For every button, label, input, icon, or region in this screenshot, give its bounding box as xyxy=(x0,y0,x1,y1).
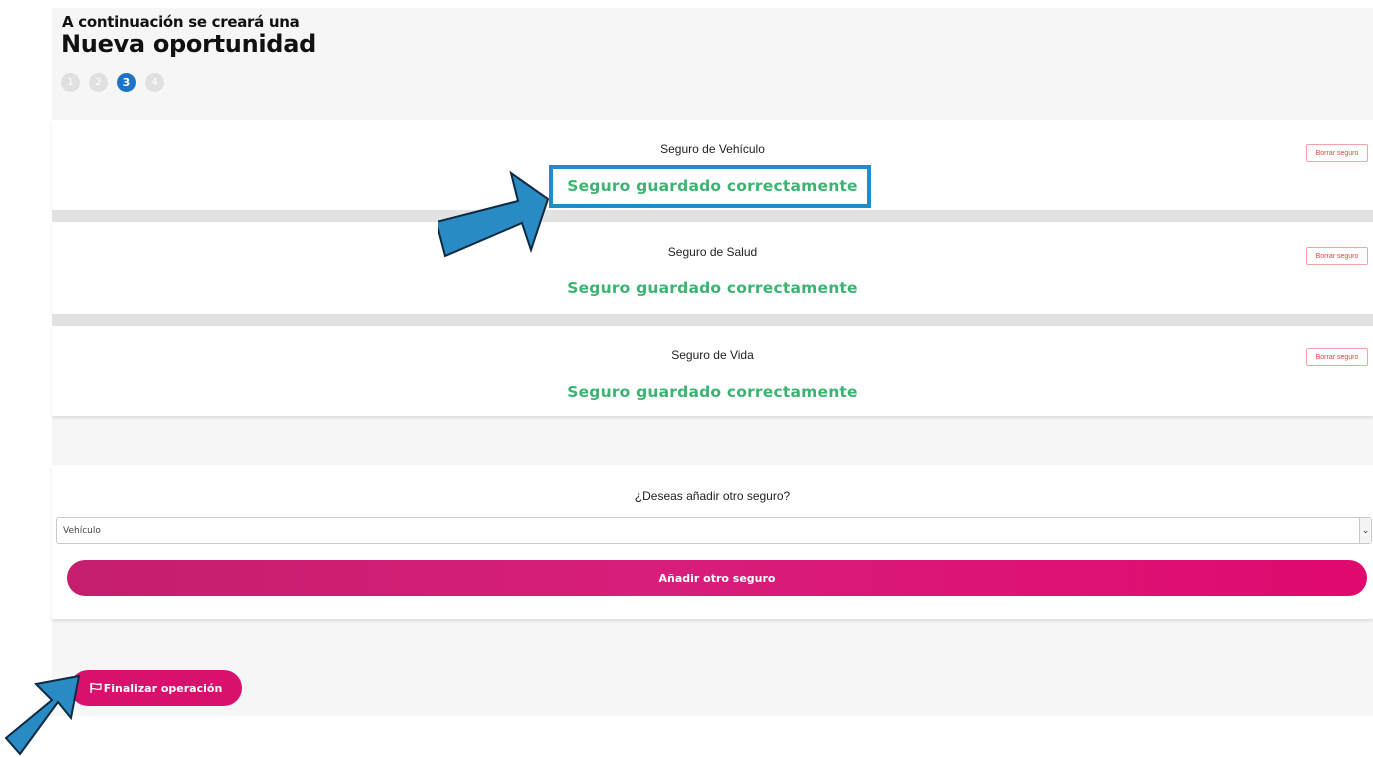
chevron-down-icon[interactable]: ⌄ xyxy=(1359,518,1371,543)
annotation-arrow-icon xyxy=(438,170,550,258)
delete-insurance-button[interactable]: Borrar seguro xyxy=(1306,348,1368,366)
insurance-type-select[interactable]: Vehículo ⌄ xyxy=(56,517,1372,544)
insurance-status: Seguro guardado correctamente xyxy=(567,279,858,297)
delete-insurance-button[interactable]: Borrar seguro xyxy=(1306,247,1368,265)
card-separator xyxy=(52,314,1373,326)
step-indicator: 1 2 3 4 xyxy=(61,73,164,92)
insurance-title: Seguro de Vida xyxy=(671,348,754,362)
annotation-highlight-box xyxy=(549,165,871,208)
add-insurance-button[interactable]: Añadir otro seguro xyxy=(67,560,1367,596)
insurance-title: Seguro de Vehículo xyxy=(660,142,765,156)
step-4[interactable]: 4 xyxy=(145,73,164,92)
page-pretitle: A continuación se creará una xyxy=(62,13,300,31)
page-title: Nueva oportunidad xyxy=(61,30,316,58)
finish-operation-label: Finalizar operación xyxy=(103,681,223,695)
step-3-active[interactable]: 3 xyxy=(117,73,136,92)
select-value: Vehículo xyxy=(63,526,101,536)
delete-insurance-button[interactable]: Borrar seguro xyxy=(1306,144,1368,162)
insurance-title: Seguro de Salud xyxy=(667,245,758,259)
flag-icon xyxy=(90,683,102,693)
step-1[interactable]: 1 xyxy=(61,73,80,92)
finish-operation-button[interactable]: Finalizar operación xyxy=(70,670,242,706)
insurance-card-salud: Seguro de Salud Seguro guardado correcta… xyxy=(52,222,1373,314)
card-separator xyxy=(52,210,1373,222)
insurance-card-vida: Seguro de Vida Seguro guardado correctam… xyxy=(52,326,1373,416)
insurance-status: Seguro guardado correctamente xyxy=(567,383,858,401)
step-2[interactable]: 2 xyxy=(89,73,108,92)
annotation-arrow-icon xyxy=(4,674,81,756)
add-insurance-question: ¿Deseas añadir otro seguro? xyxy=(634,489,791,503)
